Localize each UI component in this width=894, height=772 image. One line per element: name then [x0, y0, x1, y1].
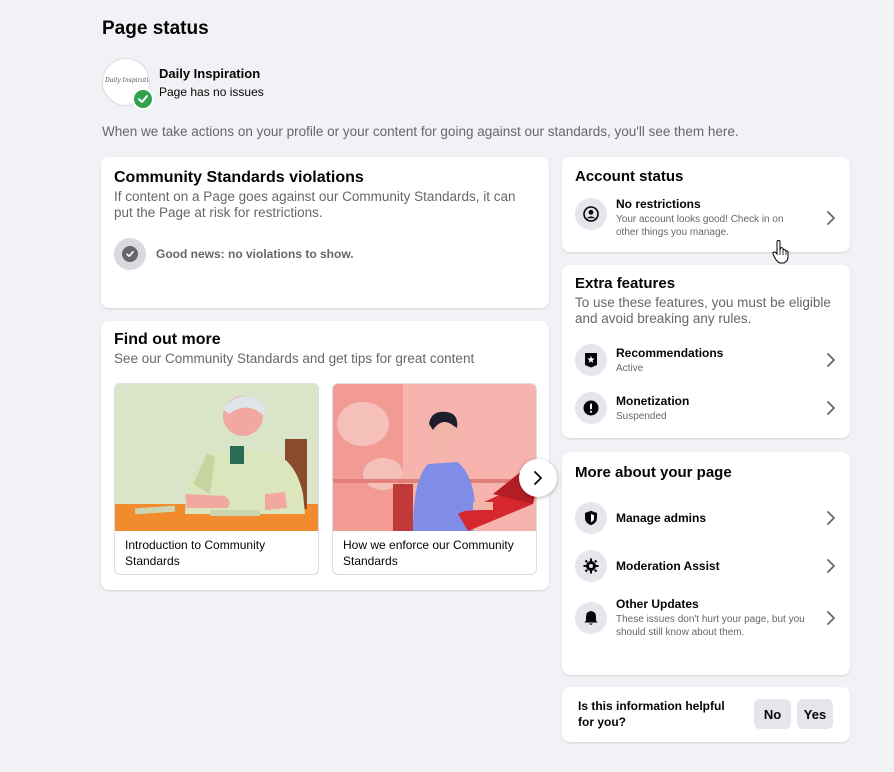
- moderation-assist-row[interactable]: Moderation Assist: [575, 546, 837, 586]
- check-circle-icon: [114, 238, 146, 270]
- hand-cursor-icon: [772, 240, 789, 264]
- account-status-title: Account status: [575, 168, 684, 185]
- check-badge-icon: [132, 88, 154, 110]
- feedback-yes-button[interactable]: Yes: [797, 699, 833, 729]
- other-updates-title: Other Updates: [616, 597, 699, 611]
- shield-icon: [575, 502, 607, 534]
- person-circle-icon: [575, 198, 607, 230]
- manage-admins-title: Manage admins: [616, 511, 707, 525]
- more-about-page-card: More about your page Manage admins Moder…: [562, 452, 850, 675]
- star-badge-icon: [575, 344, 607, 376]
- bell-icon: [575, 602, 607, 634]
- page-status-text: Page has no issues: [159, 85, 264, 99]
- feedback-question: Is this information helpful for you?: [578, 699, 725, 729]
- chevron-right-icon: [827, 211, 835, 225]
- violations-card: Community Standards violations If conten…: [101, 157, 549, 308]
- page-name: Daily Inspiration: [159, 66, 261, 81]
- no-restrictions-row[interactable]: No restrictions Your account looks good!…: [575, 194, 837, 238]
- article-caption: Introduction to Community Standards: [125, 538, 266, 568]
- extra-features-description: To use these features, you must be eligi…: [575, 295, 831, 326]
- article-card-enforce[interactable]: How we enforce our Community Standards: [332, 383, 537, 575]
- recommendations-title: Recommendations: [616, 346, 724, 360]
- account-status-card: Account status No restrictions Your acco…: [562, 157, 850, 252]
- other-updates-row[interactable]: Other Updates These issues don't hurt yo…: [575, 594, 837, 642]
- monetization-title: Monetization: [616, 394, 690, 408]
- article-illustration-woman-laptop: [333, 384, 536, 531]
- manage-admins-row[interactable]: Manage admins: [575, 498, 837, 538]
- page-profile: Daily Inspiration Daily Inspiration Page…: [102, 58, 402, 110]
- good-news-row: Good news: no violations to show.: [114, 238, 354, 270]
- chevron-right-icon: [534, 471, 542, 485]
- extra-features-card: Extra features To use these features, yo…: [562, 265, 850, 438]
- chevron-right-icon: [827, 353, 835, 367]
- recommendations-row[interactable]: Recommendations Active: [575, 340, 837, 380]
- other-updates-subtitle: These issues don't hurt your page, but y…: [616, 614, 805, 638]
- violations-title: Community Standards violations: [114, 169, 364, 186]
- gear-icon: [575, 550, 607, 582]
- find-out-more-card: Find out more See our Community Standard…: [101, 321, 557, 590]
- page-title: Page status: [102, 18, 209, 39]
- alert-icon: [575, 392, 607, 424]
- intro-text: When we take actions on your profile or …: [102, 124, 739, 139]
- feedback-no-button[interactable]: No: [754, 699, 791, 729]
- more-about-title: More about your page: [575, 464, 732, 481]
- moderation-assist-title: Moderation Assist: [616, 559, 720, 573]
- monetization-status: Suspended: [616, 411, 667, 422]
- chevron-right-icon: [827, 511, 835, 525]
- article-caption: How we enforce our Community Standards: [343, 538, 514, 568]
- feedback-card: Is this information helpful for you? No …: [562, 687, 850, 742]
- chevron-right-icon: [827, 559, 835, 573]
- violations-description: If content on a Page goes against our Co…: [114, 189, 516, 220]
- recommendations-status: Active: [616, 363, 644, 374]
- avatar-logo-text: Daily Inspiration: [105, 77, 149, 84]
- no-restrictions-subtitle: Your account looks good! Check in on oth…: [616, 214, 784, 238]
- extra-features-title: Extra features: [575, 275, 676, 292]
- find-out-more-title: Find out more: [114, 331, 221, 348]
- chevron-right-icon: [827, 611, 835, 625]
- carousel-next-button[interactable]: [519, 459, 557, 497]
- monetization-row[interactable]: Monetization Suspended: [575, 388, 837, 428]
- article-card-intro[interactable]: Introduction to Community Standards: [114, 383, 319, 575]
- find-out-more-description: See our Community Standards and get tips…: [114, 351, 475, 366]
- article-illustration-elderly-man: [115, 384, 318, 531]
- good-news-text: Good news: no violations to show.: [156, 247, 354, 261]
- chevron-right-icon: [827, 401, 835, 415]
- no-restrictions-title: No restrictions: [616, 197, 701, 211]
